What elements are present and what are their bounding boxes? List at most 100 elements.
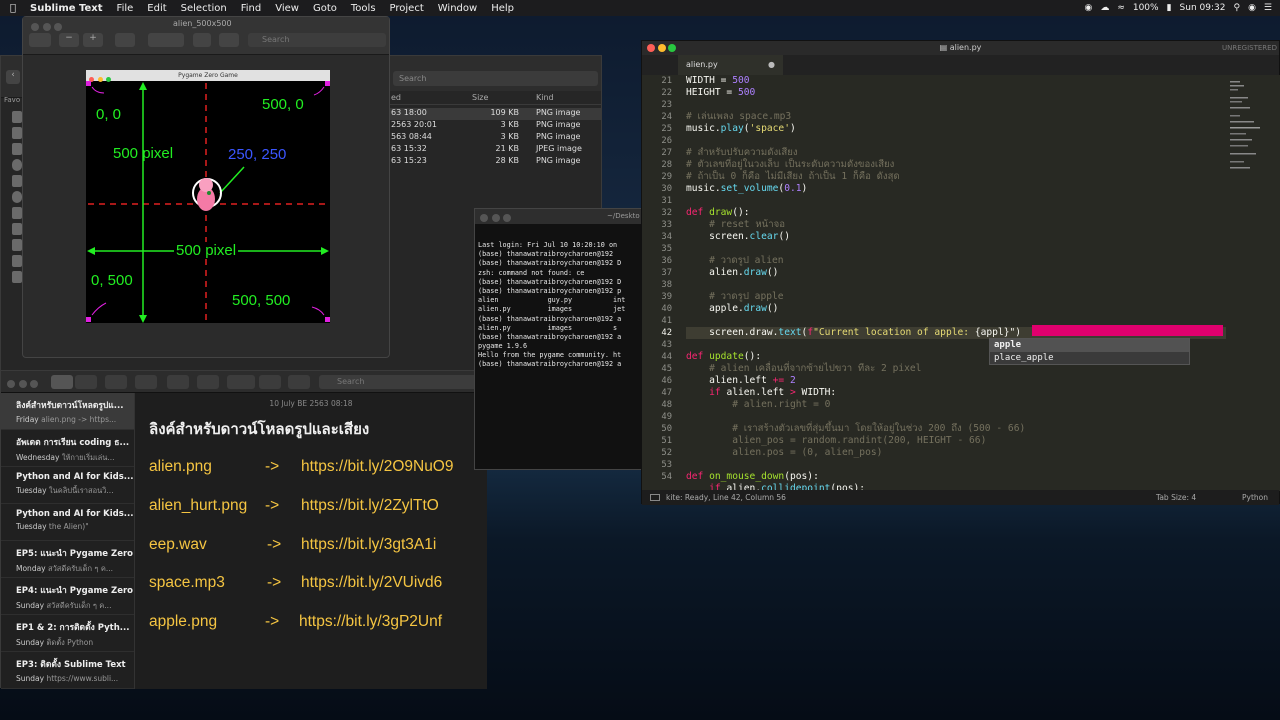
code-line[interactable] <box>686 411 1226 423</box>
checklist-icon[interactable] <box>259 375 281 389</box>
note-link[interactable]: https://bit.ly/2VUivd6 <box>301 574 442 592</box>
attachments-icon[interactable] <box>135 375 157 389</box>
sidebar-toggle-icon[interactable] <box>29 33 51 47</box>
code-line[interactable]: alien_pos = random.randint(200, HEIGHT -… <box>686 435 1226 447</box>
note-link[interactable]: https://bit.ly/3gt3A1i <box>301 536 436 554</box>
code-line[interactable]: # reset หน้าจอ <box>686 219 1226 231</box>
zoom-in-icon[interactable]: + <box>83 33 103 47</box>
close-button[interactable] <box>7 380 15 388</box>
tab-alien-py[interactable]: alien.py ● <box>678 55 783 75</box>
code-line[interactable]: WIDTH = 500 <box>686 75 1226 87</box>
info-icon[interactable] <box>219 33 239 47</box>
code-line[interactable]: def draw(): <box>686 207 1226 219</box>
lock-icon[interactable] <box>227 375 255 389</box>
menu-tools[interactable]: Tools <box>351 3 376 14</box>
menu-edit[interactable]: Edit <box>147 3 166 14</box>
preview-search-input[interactable]: Search <box>248 33 386 47</box>
applications-icon[interactable] <box>12 175 22 187</box>
code-line[interactable]: # เราสร้างตัวเลขที่สุ่มขึ้นมา โดยให้อยู่… <box>686 423 1226 435</box>
zoom-button[interactable] <box>503 214 511 222</box>
desktop-icon[interactable] <box>12 223 22 235</box>
minimize-button[interactable] <box>42 23 51 31</box>
menu-view[interactable]: View <box>275 3 299 14</box>
zoom-out-icon[interactable]: − <box>59 33 79 47</box>
code-line[interactable] <box>686 459 1226 471</box>
tab-size[interactable]: Tab Size: 4 <box>1156 490 1196 505</box>
minimap[interactable] <box>1226 75 1280 491</box>
list-item[interactable]: ลิงค์สำหรับดาวน์โหลดรูปแ... Friday alien.… <box>1 393 134 430</box>
code-line[interactable]: music.play('space') <box>686 123 1226 135</box>
cloud-icon[interactable]: ☁ <box>1100 3 1109 13</box>
folder-icon[interactable] <box>12 127 22 139</box>
battery-percent[interactable]: 100% <box>1133 3 1159 13</box>
trash-icon[interactable] <box>167 375 189 389</box>
folder-icon[interactable] <box>12 143 22 155</box>
minimize-button[interactable] <box>18 380 27 388</box>
col-size[interactable]: Size <box>472 93 488 102</box>
list-item[interactable]: อัพเดต การเรียน coding ธ... Wednesday ให้… <box>1 430 134 467</box>
table-row[interactable]: 63 18:00 109 KB PNG image <box>386 108 601 120</box>
finder-search-input[interactable]: Search <box>393 71 598 86</box>
markup-icon[interactable] <box>148 33 184 47</box>
code-line[interactable] <box>686 99 1226 111</box>
table-row[interactable]: 2563 20:01 3 KB PNG image <box>386 120 601 132</box>
code-editor[interactable]: WIDTH = 500 HEIGHT = 500 # เล่นเพลง space… <box>686 75 1226 491</box>
collaborate-icon[interactable] <box>288 375 310 389</box>
menu-goto[interactable]: Goto <box>313 3 337 14</box>
share-icon[interactable] <box>115 33 135 47</box>
close-button[interactable] <box>480 214 488 222</box>
list-icon[interactable]: ☰ <box>1264 3 1272 13</box>
list-item[interactable]: EP3: ติดตั้ง Sublime Text Sunday https://… <box>1 652 134 689</box>
menu-project[interactable]: Project <box>390 3 424 14</box>
record-icon[interactable]: ◉ <box>1084 3 1092 13</box>
zoom-button[interactable] <box>668 44 677 52</box>
pictures-icon[interactable] <box>12 255 22 267</box>
documents-icon[interactable] <box>12 207 22 219</box>
code-line[interactable]: def on_mouse_down(pos): <box>686 471 1226 483</box>
compose-icon[interactable] <box>197 375 219 389</box>
list-item[interactable]: Python and AI for Kids... Tuesday the Ali… <box>1 504 134 541</box>
minimize-button[interactable] <box>657 44 666 52</box>
folder-icon[interactable] <box>12 111 22 123</box>
list-item[interactable]: EP1 & 2: การติดตั้ง Pyth... Sunday ติดตั้… <box>1 615 134 652</box>
close-button[interactable] <box>647 44 655 52</box>
note-link[interactable]: https://bit.ly/3gP2Unf <box>299 613 442 631</box>
note-link[interactable]: https://bit.ly/2O9NuO9 <box>301 458 454 476</box>
code-line[interactable]: alien.left += 2 <box>686 375 1226 387</box>
menu-selection[interactable]: Selection <box>181 3 227 14</box>
syntax-label[interactable]: Python <box>1242 490 1268 505</box>
code-line[interactable]: music.set_volume(0.1) <box>686 183 1226 195</box>
zoom-button[interactable] <box>30 380 38 388</box>
code-line[interactable]: # วาดรูป apple <box>686 291 1226 303</box>
note-body[interactable]: 10 July BE 2563 08:18 ลิงค์สำหรับดาวน์โห… <box>135 393 487 689</box>
avatar[interactable]: ◉ <box>1248 3 1256 13</box>
col-kind[interactable]: Kind <box>536 93 554 102</box>
table-row[interactable]: 563 08:44 3 KB PNG image <box>386 132 601 144</box>
unsaved-dot-icon[interactable]: ● <box>768 55 775 75</box>
list-item[interactable]: EP4: แนะนำ Pygame Zero Sunday สวัสดีครับเ… <box>1 578 134 615</box>
code-line[interactable]: # สำหรับปรับความดังเสียง <box>686 147 1226 159</box>
autocomplete-item[interactable]: apple <box>990 339 1189 352</box>
note-link[interactable]: https://bit.ly/2ZylTtO <box>301 497 439 515</box>
zoom-button[interactable] <box>54 23 62 31</box>
code-line[interactable]: # เล่นเพลง space.mp3 <box>686 111 1226 123</box>
code-line[interactable]: # วาดรูป alien <box>686 255 1226 267</box>
minimize-button[interactable] <box>491 214 500 222</box>
col-date[interactable]: ed <box>391 93 401 102</box>
code-line[interactable]: apple.draw() <box>686 303 1226 315</box>
menu-app-name[interactable]: Sublime Text <box>30 3 103 14</box>
sidebar-icon[interactable] <box>105 375 127 389</box>
table-row[interactable]: 63 15:23 28 KB PNG image <box>386 156 601 168</box>
code-line[interactable] <box>686 279 1226 291</box>
table-row[interactable]: 63 15:32 21 KB JPEG image <box>386 144 601 156</box>
spotlight-icon[interactable]: ⚲ <box>1233 3 1240 13</box>
menu-window[interactable]: Window <box>438 3 477 14</box>
clock[interactable]: Sun 09:32 <box>1180 3 1226 13</box>
code-line[interactable]: # alien.right = 0 <box>686 399 1226 411</box>
menu-help[interactable]: Help <box>491 3 514 14</box>
menu-find[interactable]: Find <box>241 3 262 14</box>
download-icon[interactable] <box>12 191 22 203</box>
code-line[interactable]: screen.clear() <box>686 231 1226 243</box>
code-line[interactable] <box>686 195 1226 207</box>
code-line[interactable]: # ถ้าเป็น 0 ก็คือ ไม่มีเสียง ถ้าเป็น 1 ก… <box>686 171 1226 183</box>
